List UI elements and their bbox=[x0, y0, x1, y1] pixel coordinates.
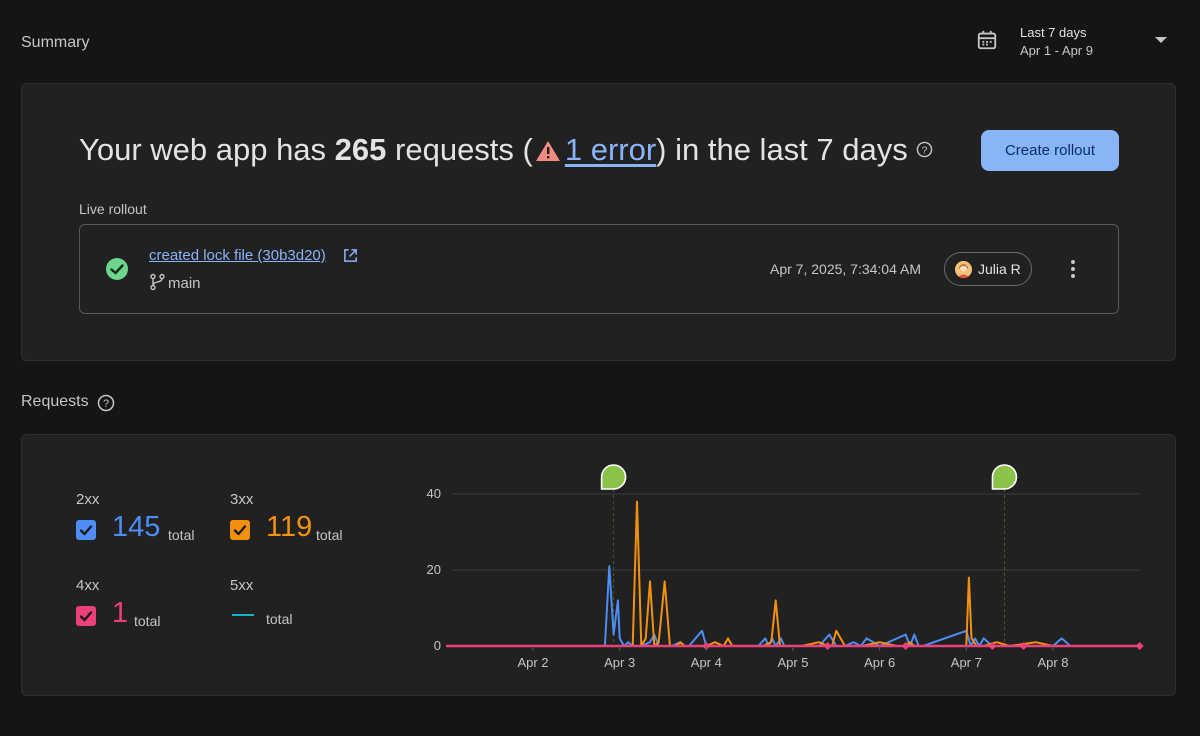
branch-name: main bbox=[168, 275, 201, 292]
series-line-2xx bbox=[446, 565, 1140, 647]
x-tick-label: Apr 4 bbox=[691, 655, 722, 670]
page-title: Summary bbox=[21, 34, 90, 51]
series-point-4xx bbox=[1135, 642, 1144, 650]
user-name: Julia R bbox=[978, 261, 1021, 277]
help-icon[interactable]: ? bbox=[916, 141, 933, 158]
rollout-marker[interactable] bbox=[991, 464, 1018, 490]
error-link[interactable]: 1 error bbox=[565, 132, 656, 167]
rollout-timestamp: Apr 7, 2025, 7:34:04 AM bbox=[770, 261, 921, 277]
y-tick-label: 40 bbox=[427, 486, 441, 501]
x-tick-label: Apr 5 bbox=[777, 655, 808, 670]
y-tick-label: 20 bbox=[427, 562, 441, 577]
external-link-icon[interactable] bbox=[343, 248, 358, 263]
x-tick-label: Apr 7 bbox=[951, 655, 982, 670]
rollout-marker[interactable] bbox=[600, 464, 627, 490]
date-range-picker[interactable]: Last 7 days Apr 1 - Apr 9 bbox=[966, 22, 1180, 64]
summary-headline: Your web app has 265 requests ( 1 error)… bbox=[79, 132, 933, 168]
requests-chart: 0 20 40 Apr 2 Apr 3 Apr 4 Apr 5 Apr 6 Apr 7 Apr 8 bbox=[427, 464, 1144, 670]
series-line-3xx bbox=[446, 500, 1140, 647]
create-rollout-button[interactable]: Create rollout bbox=[981, 130, 1119, 171]
date-range-dates: Apr 1 - Apr 9 bbox=[1020, 43, 1093, 58]
request-count: 265 bbox=[334, 132, 387, 167]
commit-link[interactable]: created lock file (30b3d20) bbox=[149, 247, 326, 264]
x-tick-label: Apr 6 bbox=[864, 655, 895, 670]
more-vert-icon[interactable] bbox=[1064, 257, 1082, 281]
x-tick-label: Apr 2 bbox=[517, 655, 548, 670]
live-rollout-label: Live rollout bbox=[79, 201, 147, 217]
check-circle-icon bbox=[106, 258, 128, 280]
x-tick-label: Apr 3 bbox=[604, 655, 635, 670]
live-rollout-row: created lock file (30b3d20) main Apr 7, … bbox=[79, 224, 1119, 314]
y-tick-label: 0 bbox=[434, 638, 441, 653]
chevron-down-icon bbox=[1155, 37, 1167, 43]
svg-text:?: ? bbox=[921, 145, 927, 156]
calendar-icon bbox=[977, 30, 997, 50]
series-point-4xx bbox=[823, 642, 832, 650]
x-tick-label: Apr 8 bbox=[1037, 655, 1068, 670]
branch-icon bbox=[150, 273, 165, 291]
headline-mid: requests ( bbox=[386, 132, 533, 167]
warning-icon bbox=[535, 141, 560, 161]
headline-prefix: Your web app has bbox=[79, 132, 335, 167]
date-range-label: Last 7 days bbox=[1020, 25, 1087, 40]
requests-card: 2xx 145 total 3xx 119 total 4xx 1 total … bbox=[21, 434, 1176, 696]
svg-text:?: ? bbox=[103, 398, 109, 410]
summary-card: Your web app has 265 requests ( 1 error)… bbox=[21, 83, 1176, 361]
help-icon[interactable]: ? bbox=[97, 394, 115, 412]
headline-suffix: ) in the last 7 days bbox=[656, 132, 908, 167]
avatar bbox=[955, 261, 972, 278]
requests-title: Requests bbox=[21, 393, 89, 410]
user-chip[interactable]: Julia R bbox=[944, 252, 1032, 286]
